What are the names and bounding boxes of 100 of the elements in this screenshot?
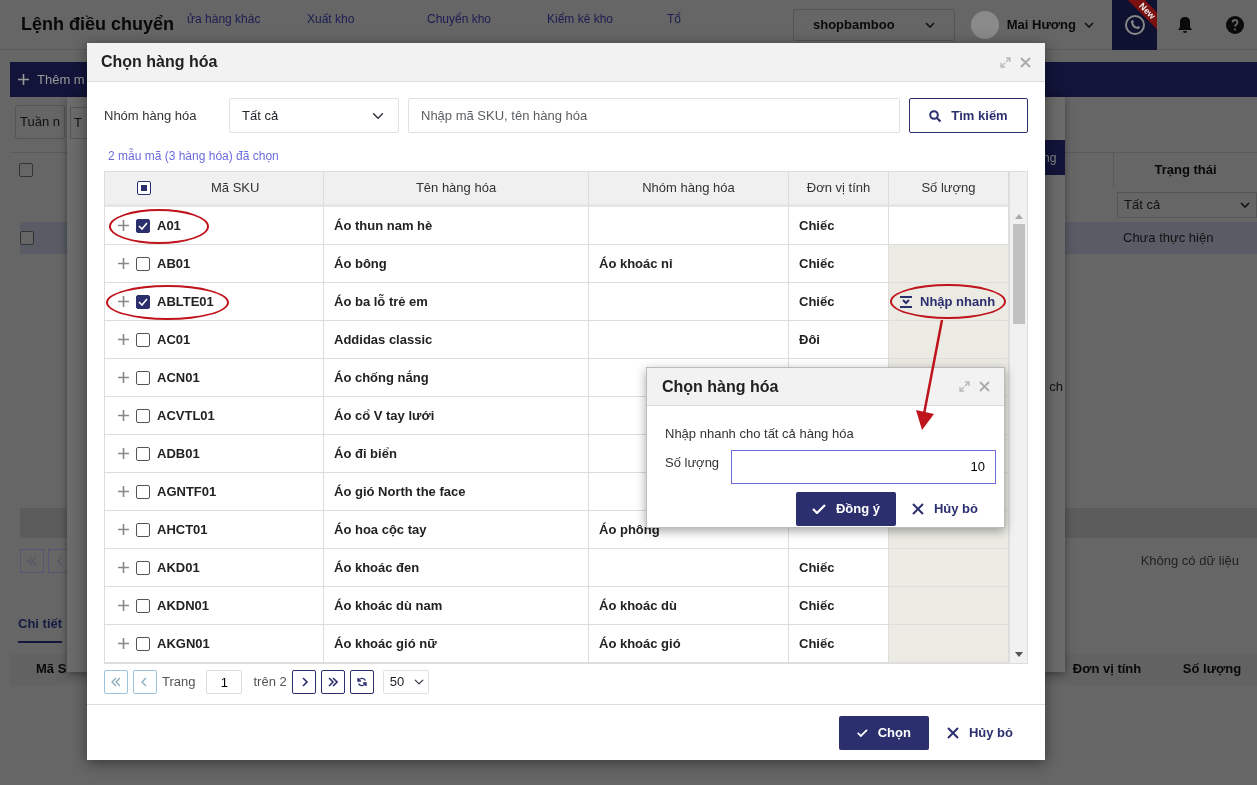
plus-icon[interactable] xyxy=(118,220,129,231)
check-icon xyxy=(138,297,148,306)
first-page-button[interactable] xyxy=(104,670,128,694)
page-count: trên 2 xyxy=(253,673,287,692)
close-icon[interactable] xyxy=(979,381,990,392)
select-all-checkbox[interactable] xyxy=(137,181,151,195)
sku-code: AC01 xyxy=(157,330,191,349)
add-button[interactable]: Thêm m xyxy=(18,69,85,90)
dialog-title: Chọn hàng hóa xyxy=(662,376,779,397)
user-name[interactable]: Mai Hương xyxy=(1006,14,1076,35)
row-checkbox[interactable] xyxy=(136,332,150,347)
column-header: Số lượng xyxy=(921,179,976,198)
checkbox[interactable] xyxy=(19,163,33,177)
row-checkbox[interactable] xyxy=(136,636,150,651)
plus-icon[interactable] xyxy=(118,524,129,535)
scrollbar[interactable] xyxy=(1009,172,1027,663)
last-page-button[interactable] xyxy=(320,670,345,694)
plus-icon[interactable] xyxy=(118,372,129,383)
column-header: Trạng thái xyxy=(1113,153,1257,187)
table-cell: Áo cổ V tay lưới xyxy=(324,397,589,435)
plus-icon[interactable] xyxy=(118,296,129,307)
row-checkbox[interactable] xyxy=(136,256,150,271)
table-cell: Áo khoác dù xyxy=(589,587,789,625)
table-cell-text: Chưa thực hiện xyxy=(1123,229,1215,248)
sku-code: AHCT01 xyxy=(157,520,208,539)
row-checkbox[interactable] xyxy=(136,522,150,537)
scrollbar-thumb[interactable] xyxy=(1012,224,1025,324)
field-label: Nhóm hàng hóa xyxy=(104,107,198,125)
search-button[interactable]: Tìm kiếm xyxy=(909,98,1028,133)
table-cell: Áo gió North the face xyxy=(324,473,589,511)
table-cell: Áo khoác nỉ xyxy=(589,245,789,283)
caret-icon xyxy=(924,21,935,28)
checkbox[interactable] xyxy=(20,231,34,245)
column-header: Nhóm hàng hóa xyxy=(642,179,735,198)
table-cell: Áo bông xyxy=(324,245,589,283)
plus-icon[interactable] xyxy=(118,638,129,649)
page-label: Trang xyxy=(162,673,196,692)
check-icon xyxy=(138,221,148,230)
sku-code: AKGN01 xyxy=(157,634,210,653)
page-size-select[interactable]: 50 xyxy=(382,670,429,694)
table-cell: Áo thun nam hè xyxy=(324,207,589,245)
check-icon xyxy=(856,727,868,738)
sku-code: AKDN01 xyxy=(157,596,209,615)
period-button[interactable]: Tuần n xyxy=(15,105,65,139)
plus-icon[interactable] xyxy=(118,334,129,345)
sku-code: ABLTE01 xyxy=(157,292,214,311)
page-title: Lệnh điều chuyển xyxy=(21,13,176,36)
row-checkbox[interactable] xyxy=(136,446,150,461)
plus-icon[interactable] xyxy=(118,562,129,573)
page-field[interactable]: 1 xyxy=(206,670,243,694)
table-cell: Áo khoác gió xyxy=(589,625,789,663)
close-icon[interactable] xyxy=(1020,56,1031,68)
help-icon[interactable] xyxy=(1224,14,1245,35)
cancel-button[interactable]: Hủy bỏ xyxy=(938,722,1021,743)
table-cell: Áo hoa cộc tay xyxy=(324,511,589,549)
status-filter[interactable]: Tất cả xyxy=(1117,191,1257,218)
store-select[interactable]: shopbamboo xyxy=(792,8,955,41)
column-header: Đơn vị tính xyxy=(806,179,871,198)
row-checkbox[interactable] xyxy=(136,370,150,385)
table-cell: Áo khoác đen xyxy=(324,549,589,587)
scroll-up-icon xyxy=(1014,214,1023,219)
filter-value: Tất cả xyxy=(1124,195,1161,214)
sku-code: ADB01 xyxy=(157,444,200,463)
plus-icon[interactable] xyxy=(118,410,129,421)
close-icon xyxy=(946,726,959,739)
store-name: shopbamboo xyxy=(812,15,895,34)
table-cell: Áo khoác gió nữ xyxy=(324,625,589,663)
plus-icon[interactable] xyxy=(118,600,129,611)
sku-code: ACN01 xyxy=(157,368,200,387)
table-cell: Áo chống nắng xyxy=(324,359,589,397)
row-checkbox[interactable] xyxy=(136,294,150,309)
plus-icon[interactable] xyxy=(118,486,129,497)
row-checkbox[interactable] xyxy=(136,560,150,575)
sku-code: AB01 xyxy=(157,254,191,273)
cancel-button[interactable]: Hủy bỏ xyxy=(903,491,986,526)
table-cell: Chiếc xyxy=(789,207,889,245)
choose-button[interactable]: Chọn xyxy=(838,715,929,750)
field-label: Số lượng xyxy=(665,453,717,472)
row-checkbox[interactable] xyxy=(136,598,150,613)
bell-icon[interactable] xyxy=(1176,15,1193,34)
column-header: Mã S xyxy=(36,660,67,679)
plus-icon[interactable] xyxy=(118,258,129,269)
selection-summary: 2 mẫu mã (3 hàng hóa) đã chọn xyxy=(108,147,280,165)
search-field[interactable]: Nhập mã SKU, tên hàng hóa xyxy=(408,98,900,133)
avatar[interactable] xyxy=(970,10,999,39)
row-checkbox[interactable] xyxy=(136,408,150,423)
refresh-button[interactable] xyxy=(349,670,374,694)
table-cell: Áo ba lỗ trẻ em xyxy=(324,283,589,321)
row-checkbox[interactable] xyxy=(136,218,150,233)
next-page-button[interactable] xyxy=(291,670,316,694)
caret-icon xyxy=(1084,21,1094,28)
sku-code: AKD01 xyxy=(157,558,200,577)
plus-icon[interactable] xyxy=(118,448,129,459)
column-header: Số lượng xyxy=(1181,660,1243,679)
agree-button[interactable]: Đồng ý xyxy=(795,491,896,526)
row-checkbox[interactable] xyxy=(136,484,150,499)
quantity-field[interactable]: 10 xyxy=(731,449,996,484)
search-icon xyxy=(929,109,942,122)
group-select[interactable]: Tất cả xyxy=(229,98,399,133)
previous-page-button[interactable] xyxy=(133,670,157,694)
